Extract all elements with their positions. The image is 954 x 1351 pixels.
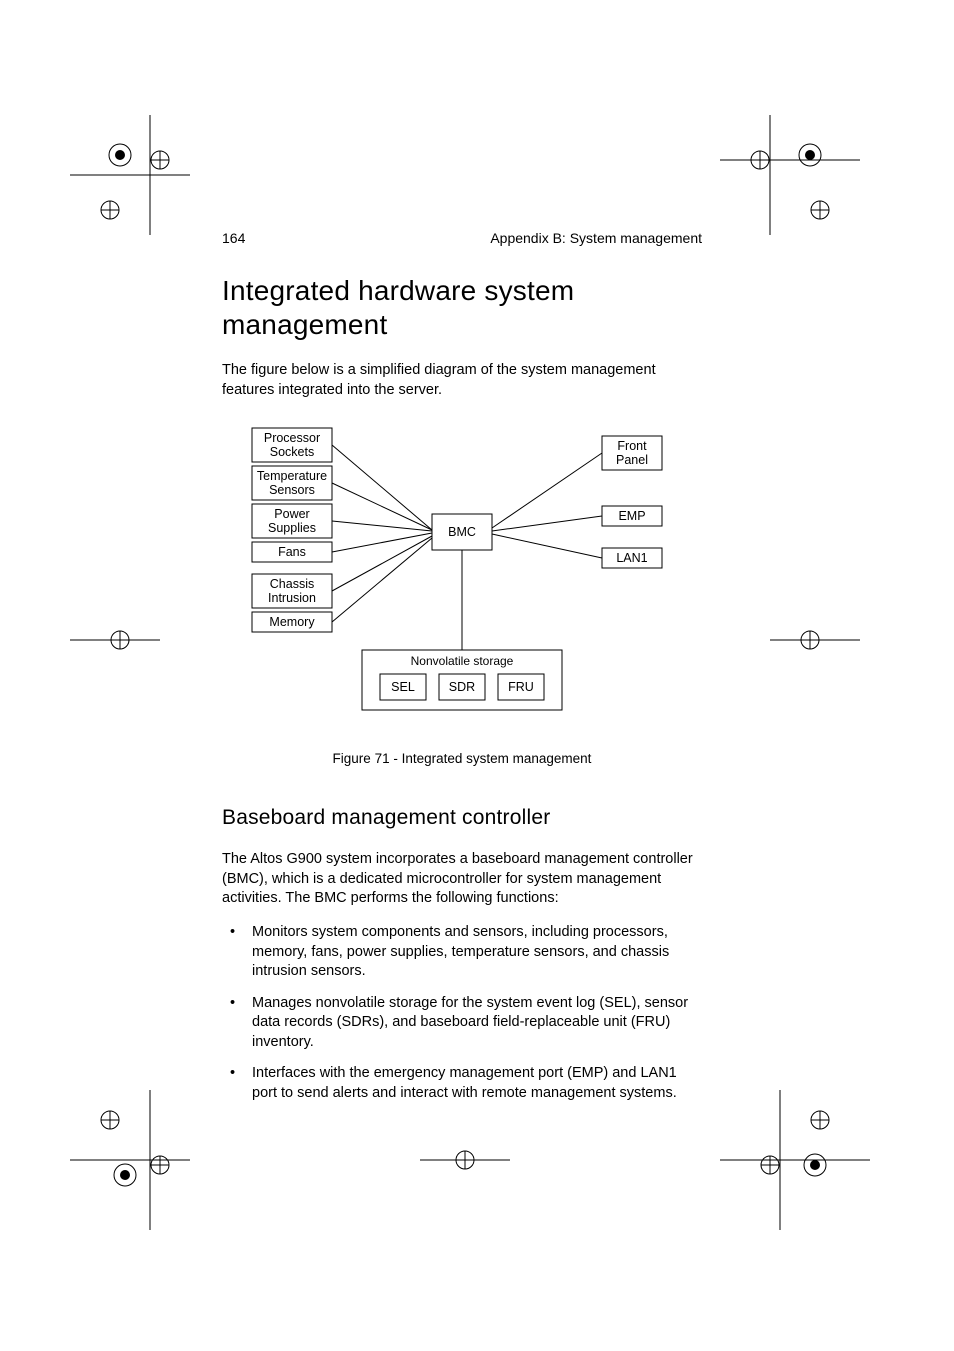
list-item: Interfaces with the emergency management… bbox=[222, 1064, 702, 1103]
crop-mark-icon bbox=[720, 1090, 870, 1230]
page-title: Integrated hardware system management bbox=[222, 274, 702, 341]
intro-paragraph: The figure below is a simplified diagram… bbox=[222, 361, 702, 400]
diagram-box-memory: Memory bbox=[269, 615, 315, 629]
body-paragraph: The Altos G900 system incorporates a bas… bbox=[222, 850, 702, 909]
section-heading: Baseboard management controller bbox=[222, 806, 702, 830]
diagram-box-temp: Temperature bbox=[257, 469, 327, 483]
page-content: 164 Appendix B: System management Integr… bbox=[222, 230, 702, 1116]
crop-mark-icon bbox=[720, 115, 860, 235]
diagram-box-bmc: BMC bbox=[448, 525, 476, 539]
diagram-box-front: Front bbox=[617, 439, 647, 453]
crop-mark-icon bbox=[420, 1140, 510, 1180]
diagram-box-sel: SEL bbox=[391, 680, 415, 694]
bullet-list: Monitors system components and sensors, … bbox=[222, 923, 702, 1104]
diagram-box-chassis: Chassis bbox=[270, 577, 314, 591]
page-number: 164 bbox=[222, 230, 245, 246]
diagram-box-fru: FRU bbox=[508, 680, 534, 694]
diagram-box-power: Power bbox=[274, 507, 309, 521]
diagram-box-front-2: Panel bbox=[616, 453, 648, 467]
appendix-label: Appendix B: System management bbox=[490, 230, 702, 246]
system-management-diagram: Processor Sockets Temperature Sensors Po… bbox=[222, 418, 682, 733]
diagram-box-chassis-2: Intrusion bbox=[268, 591, 316, 605]
diagram-box-temp-2: Sensors bbox=[269, 483, 315, 497]
crop-mark-icon bbox=[70, 620, 160, 660]
crop-mark-icon bbox=[70, 1090, 190, 1230]
diagram-box-emp: EMP bbox=[618, 509, 645, 523]
diagram-storage-label: Nonvolatile storage bbox=[411, 654, 514, 668]
diagram-box-power-2: Supplies bbox=[268, 521, 316, 535]
crop-mark-icon bbox=[770, 620, 860, 660]
diagram-box-fans: Fans bbox=[278, 545, 306, 559]
list-item: Monitors system components and sensors, … bbox=[222, 923, 702, 982]
page-header: 164 Appendix B: System management bbox=[222, 230, 702, 246]
diagram-box-processor-2: Sockets bbox=[270, 445, 314, 459]
list-item: Manages nonvolatile storage for the syst… bbox=[222, 994, 702, 1053]
diagram-box-lan1: LAN1 bbox=[616, 551, 647, 565]
crop-mark-icon bbox=[70, 115, 190, 235]
figure-caption: Figure 71 - Integrated system management bbox=[222, 751, 702, 766]
diagram-box-processor: Processor bbox=[264, 431, 320, 445]
diagram-box-sdr: SDR bbox=[449, 680, 475, 694]
